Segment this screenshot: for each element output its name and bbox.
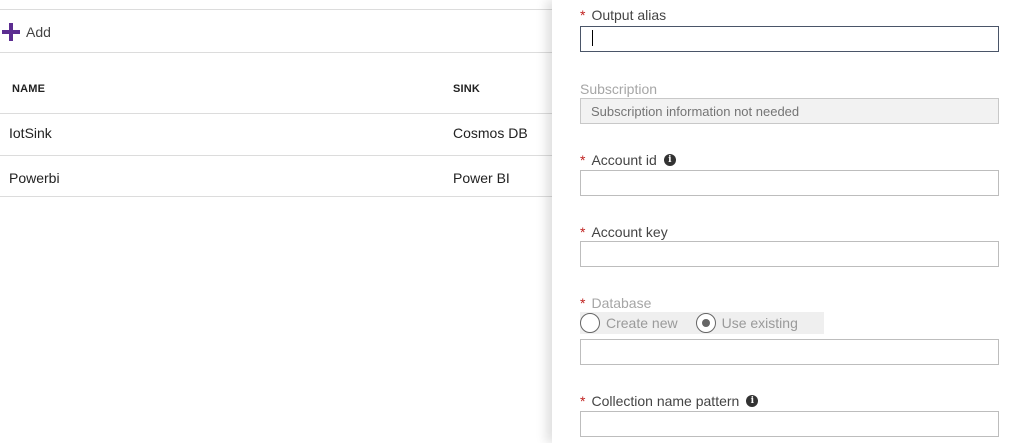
column-header-sink[interactable]: SINK (453, 83, 480, 95)
divider (0, 52, 552, 53)
required-mark: * (580, 7, 586, 23)
database-mode-radio-group: Create new Use existing (580, 312, 824, 334)
row-sink: Power BI (453, 170, 510, 186)
output-config-blade: * Output alias Subscription * Account id… (552, 0, 1024, 443)
row-name: IotSink (9, 125, 52, 141)
text-caret (592, 30, 593, 46)
account-id-input[interactable] (580, 170, 999, 196)
account-id-label: * Account id i (580, 152, 676, 168)
info-icon[interactable]: i (663, 154, 676, 166)
row-name: Powerbi (9, 170, 60, 186)
output-alias-label: * Output alias (580, 7, 667, 23)
outputs-list-panel: Add NAME SINK IotSink Cosmos DB Powerbi … (0, 0, 552, 443)
required-mark: * (580, 295, 586, 311)
column-header-name[interactable]: NAME (12, 83, 45, 95)
subscription-input (580, 98, 999, 124)
required-mark: * (580, 224, 586, 240)
divider (0, 9, 552, 10)
output-alias-input[interactable] (580, 26, 999, 52)
plus-icon (2, 23, 20, 41)
subscription-label: Subscription (580, 81, 658, 97)
radio-create-new-label: Create new (606, 315, 678, 331)
required-mark: * (580, 152, 586, 168)
radio-create-new[interactable] (580, 313, 600, 333)
radio-use-existing-label: Use existing (721, 315, 798, 331)
account-key-input[interactable] (580, 241, 999, 267)
required-mark: * (580, 393, 586, 409)
account-key-label: * Account key (580, 224, 668, 240)
divider (0, 196, 552, 197)
row-sink: Cosmos DB (453, 125, 528, 141)
divider (0, 155, 552, 156)
add-output-button[interactable]: Add (2, 21, 51, 43)
info-icon[interactable]: i (746, 395, 759, 407)
database-input[interactable] (580, 339, 999, 365)
database-label: * Database (580, 295, 652, 311)
divider (0, 113, 552, 114)
radio-use-existing[interactable] (695, 313, 716, 333)
add-label: Add (26, 24, 51, 40)
collection-pattern-label: * Collection name pattern i (580, 393, 759, 409)
collection-pattern-input[interactable] (580, 411, 999, 437)
